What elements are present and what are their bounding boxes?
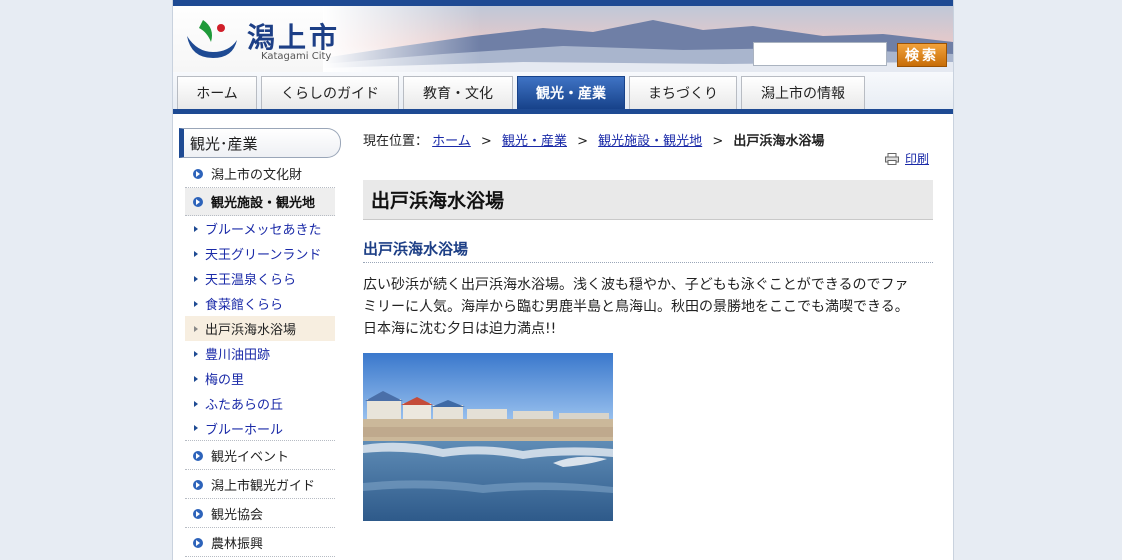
body-line: 日本海に沈む夕日は迫力満点!! (363, 321, 557, 337)
beach-photo (363, 353, 613, 521)
page-title: 出戸浜海水浴場 (363, 180, 933, 220)
print-link[interactable]: 印刷 (885, 150, 929, 167)
sidebar-item-label: ブルーホール (205, 422, 284, 438)
site-header: 潟上市 Katagami City 検索 (173, 0, 953, 72)
circle-arrow-icon (193, 450, 203, 461)
sidebar-item-label: 出戸浜海水浴場 (205, 323, 297, 338)
site-name-english: Katagami City (261, 51, 332, 62)
page: 潟上市 Katagami City 検索 ホーム くらしのガイド 教育・文化 観… (172, 0, 954, 560)
site-name: 潟上市 (247, 21, 341, 54)
sidebar-item-tourist-facilities[interactable]: 観光施設・観光地 (185, 188, 335, 216)
triangle-bullet-icon (194, 325, 198, 332)
sidebar-subitem-tenno-greenland[interactable]: 天王グリーンランド (185, 241, 335, 266)
triangle-bullet-icon (194, 275, 198, 282)
sidebar-item-tourism-association[interactable]: 観光協会 (185, 500, 335, 528)
breadcrumb-separator: > (480, 134, 492, 149)
triangle-bullet-icon (194, 350, 198, 357)
section-heading: 出戸浜海水浴場 (363, 238, 933, 263)
sidebar-item-label: ふたあらの丘 (205, 398, 284, 413)
sidebar-item-label: 天王温泉くらら (205, 273, 297, 288)
sidebar-item-label: 観光イベント (211, 450, 290, 465)
sidebar-item-label: 潟上市観光ガイド (211, 479, 316, 494)
breadcrumb-current: 出戸浜海水浴場 (733, 134, 825, 149)
body-line: ミリーに人気。海岸から臨む男鹿半島と鳥海山。秋田の景勝地をここでも満喫できる。 (363, 299, 909, 315)
sidebar-subitem-toyokawa-oilfield[interactable]: 豊川油田跡 (185, 341, 335, 366)
nav-bottom-line (173, 109, 953, 114)
search-button[interactable]: 検索 (897, 43, 947, 67)
triangle-bullet-icon (194, 425, 198, 431)
triangle-bullet-icon (194, 375, 198, 382)
sidebar-item-tourism-guide[interactable]: 潟上市観光ガイド (185, 471, 335, 499)
breadcrumb-link-tourism[interactable]: 観光・産業 (502, 134, 567, 149)
breadcrumb: 現在位置： ホーム > 観光・産業 > 観光施設・観光地 > 出戸浜海水浴場 (363, 130, 933, 149)
nav-tab-education-culture[interactable]: 教育・文化 (403, 76, 513, 109)
printer-icon (885, 152, 899, 165)
search-input[interactable] (753, 42, 887, 66)
sidebar-item-cultural-assets[interactable]: 潟上市の文化財 (185, 160, 335, 188)
sidebar-item-label: 梅の里 (205, 373, 245, 388)
city-logo-icon (187, 20, 237, 58)
breadcrumb-prefix: 現在位置： (363, 134, 429, 149)
triangle-bullet-icon (194, 225, 198, 232)
sidebar-subitem-blume-messe[interactable]: ブルーメッセあきた (185, 216, 335, 241)
sidebar-item-label: 観光協会 (211, 508, 264, 523)
circle-arrow-icon (193, 479, 203, 490)
article-body: 広い砂浜が続く出戸浜海水浴場。浅く波も穏やか、子どもも泳ぐことができるのでファ … (363, 274, 933, 340)
body-line: 広い砂浜が続く出戸浜海水浴場。浅く波も穏やか、子どもも泳ぐことができるのでファ (363, 277, 909, 293)
sidebar-item-label: 天王グリーンランド (205, 248, 322, 263)
global-nav: ホーム くらしのガイド 教育・文化 観光・産業 まちづくり 潟上市の情報 (173, 72, 953, 114)
sidebar-item-label: 農林振興 (211, 537, 264, 552)
nav-tab-town-planning[interactable]: まちづくり (629, 76, 737, 109)
sidebar-title: 観光･産業 (179, 128, 341, 158)
sidebar-subitem-tenno-onsen[interactable]: 天王温泉くらら (185, 266, 335, 291)
sidebar-item-agriculture-forestry[interactable]: 農林振興 (185, 529, 335, 557)
sidebar-subitem-ume-no-sato[interactable]: 梅の里 (185, 366, 335, 391)
sidebar-subitem-dedohama-beach[interactable]: 出戸浜海水浴場 (185, 316, 335, 341)
nav-tab-city-info[interactable]: 潟上市の情報 (741, 76, 865, 109)
breadcrumb-link-facilities[interactable]: 観光施設・観光地 (598, 134, 702, 149)
sidebar-subitem-shokusaikan[interactable]: 食菜館くらら (185, 291, 335, 316)
triangle-bullet-icon (194, 300, 198, 307)
breadcrumb-separator: > (712, 134, 724, 149)
nav-tab-living-guide[interactable]: くらしのガイド (261, 76, 399, 109)
circle-arrow-icon (193, 537, 203, 548)
sidebar-item-label: 豊川油田跡 (205, 348, 271, 363)
circle-arrow-icon (193, 508, 203, 519)
nav-tab-tourism-industry[interactable]: 観光・産業 (517, 76, 625, 109)
triangle-bullet-icon (194, 250, 198, 257)
sidebar-item-label: 観光施設・観光地 (211, 196, 316, 211)
print-label: 印刷 (905, 152, 930, 166)
sidebar-item-tourism-events[interactable]: 観光イベント (185, 442, 335, 470)
circle-arrow-icon (193, 196, 203, 207)
sidebar-item-label: ブルーメッセあきた (205, 223, 322, 238)
sidebar-subitem-futaara-hill[interactable]: ふたあらの丘 (185, 391, 335, 416)
triangle-bullet-icon (194, 400, 198, 407)
breadcrumb-link-home[interactable]: ホーム (432, 134, 471, 149)
sidebar-subitem-blue-hall[interactable]: ブルーホール (185, 416, 335, 441)
breadcrumb-separator: > (577, 134, 589, 149)
sidebar-item-label: 潟上市の文化財 (211, 168, 303, 183)
circle-arrow-icon (193, 168, 203, 179)
sidebar-item-label: 食菜館くらら (205, 298, 284, 313)
nav-tab-home[interactable]: ホーム (177, 76, 257, 109)
